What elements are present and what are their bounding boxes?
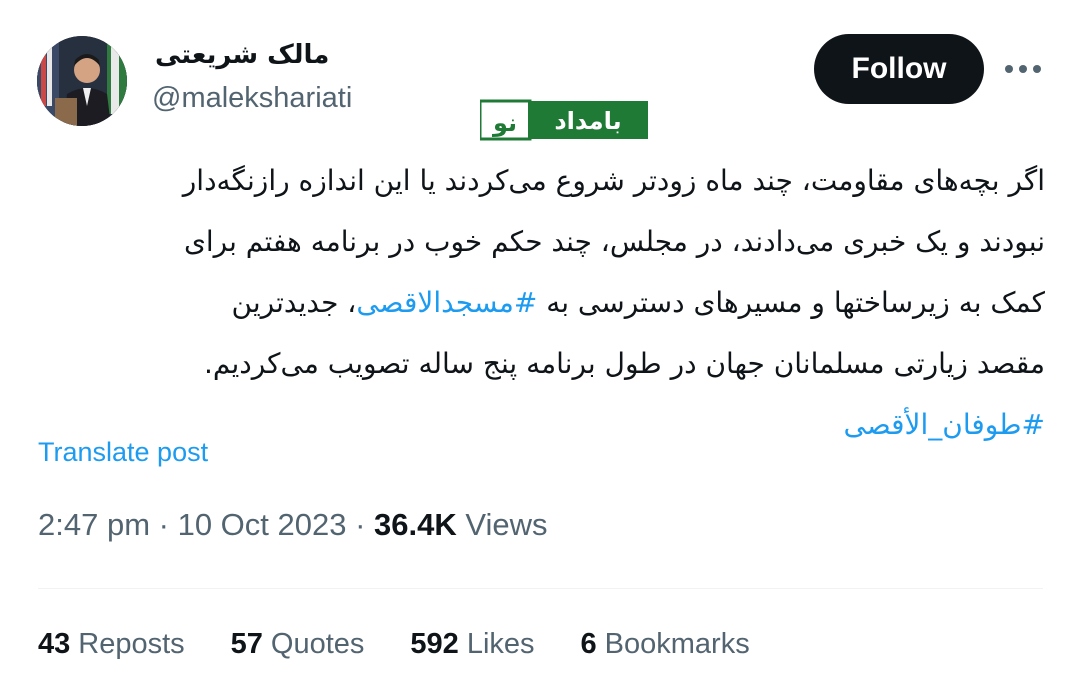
- bookmarks-stat[interactable]: 6 Bookmarks: [581, 628, 750, 661]
- author-handle[interactable]: @malekshariati: [152, 82, 352, 115]
- tweet-line: اگر بچه‌های مقاومت، چند ماه زودتر شروع م…: [182, 164, 1045, 197]
- reposts-stat[interactable]: 43 Reposts: [38, 628, 185, 661]
- tweet-text: اگر بچه‌های مقاومت، چند ماه زودتر شروع م…: [40, 150, 1045, 455]
- quotes-count: 57: [230, 628, 263, 660]
- avatar[interactable]: [37, 36, 127, 126]
- tweet-line-text: ، جدیدترین: [231, 286, 357, 319]
- avatar-image: [37, 36, 127, 126]
- hashtag-masjid-aqsa[interactable]: #مسجدالاقصی: [356, 286, 537, 319]
- reposts-count: 43: [38, 628, 71, 660]
- tweet-line: مقصد زیارتی مسلمانان جهان در طول برنامه …: [203, 347, 1045, 380]
- likes-count: 592: [410, 628, 459, 660]
- watermark-left-text: نو: [492, 109, 517, 137]
- post-time[interactable]: 2:47 pm: [38, 507, 150, 542]
- divider: [38, 588, 1043, 589]
- separator-dot: ·: [158, 507, 178, 542]
- translate-post-link[interactable]: Translate post: [38, 437, 208, 468]
- views-count: 36.4K: [374, 507, 457, 542]
- engagement-stats: 43 Reposts 57 Quotes 592 Likes 6 Bookmarks: [38, 628, 796, 661]
- bookmarks-label: Bookmarks: [604, 628, 750, 660]
- post-meta: 2:47 pm · 10 Oct 2023 · 36.4K Views: [38, 507, 548, 543]
- watermark-right-text: بامداد: [554, 107, 621, 135]
- follow-button[interactable]: Follow: [814, 34, 984, 104]
- likes-label: Likes: [466, 628, 535, 660]
- bamdad-no-logo: نو بامداد: [480, 99, 648, 141]
- bookmarks-count: 6: [580, 628, 597, 660]
- tweet-line-text: کمک به زیرساختها و مسیرهای دسترسی به: [537, 286, 1045, 319]
- tweet-line: نبودند و یک خبری می‌دادند، در مجلس، چند …: [183, 225, 1045, 258]
- reposts-label: Reposts: [78, 628, 185, 660]
- tweet-line: کمک به زیرساختها و مسیرهای دسترسی به #مس…: [40, 272, 1045, 333]
- more-options-icon[interactable]: [1000, 56, 1046, 82]
- quotes-label: Quotes: [270, 628, 365, 660]
- author-display-name[interactable]: مالک شریعتی: [155, 40, 329, 70]
- separator-dot: ·: [355, 507, 375, 542]
- post-date[interactable]: 10 Oct 2023: [178, 507, 347, 542]
- likes-stat[interactable]: 592 Likes: [410, 628, 534, 661]
- views-label: Views: [465, 507, 548, 542]
- quotes-stat[interactable]: 57 Quotes: [231, 628, 365, 661]
